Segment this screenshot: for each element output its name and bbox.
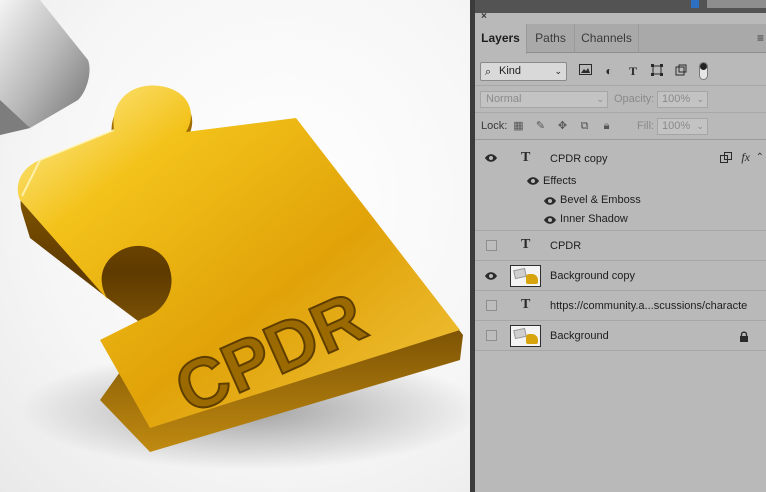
collapse-effects-icon[interactable]: ⌃ [756, 152, 764, 163]
lock-image-pixels-icon[interactable]: ✎ [534, 120, 547, 133]
layer-link-icon [720, 152, 732, 163]
lock-fill-row: Lock: ▦ ✎ ✥ ⧉ 🔒︎ Fill: 100% ⌄ [475, 114, 766, 140]
filter-kind-label: Kind [499, 65, 522, 77]
layer-thumbnail [510, 265, 541, 287]
lock-all-icon[interactable]: 🔒︎ [600, 120, 613, 133]
opacity-value: 100% [662, 93, 691, 105]
visibility-toggle[interactable] [486, 300, 497, 311]
effect-bevel-emboss[interactable]: Bevel & Emboss [560, 194, 641, 206]
puzzle-artwork: CPDR [0, 0, 470, 470]
image-filter-icon[interactable] [578, 64, 592, 78]
filter-kind-dropdown[interactable]: ⌕ Kind ⌄ [480, 62, 567, 81]
fill-value: 100% [662, 120, 691, 132]
layer-name: Background [550, 330, 609, 342]
chevron-down-icon: ⌄ [554, 66, 562, 76]
tab-layers[interactable]: Layers [475, 24, 527, 54]
layer-name: CPDR [550, 240, 582, 252]
eye-icon[interactable] [485, 153, 497, 163]
type-layer-icon: T [521, 150, 531, 165]
adjustment-filter-icon[interactable]: ◐ [602, 64, 616, 78]
layer-filter-row: ⌕ Kind ⌄ ◐ T [475, 56, 766, 86]
lock-position-icon[interactable]: ✥ [556, 120, 569, 133]
lock-artboard-icon[interactable]: ⧉ [578, 120, 591, 133]
panel-tabs: Layers Paths Channels ≡ [475, 24, 766, 54]
document-canvas[interactable]: CPDR [0, 0, 470, 492]
type-layer-icon: T [521, 237, 531, 252]
layer-row-background-copy[interactable]: Background copy [475, 261, 766, 291]
fill-field[interactable]: 100% ⌄ [657, 118, 708, 135]
inner-shadow-eye-icon[interactable] [544, 215, 556, 225]
layer-name: Background copy [550, 270, 635, 282]
filter-toggle-switch[interactable] [699, 62, 708, 80]
blend-mode-dropdown[interactable]: Normal ⌄ [480, 91, 608, 108]
tab-channels[interactable]: Channels [575, 24, 639, 53]
blend-opacity-row: Normal ⌄ Opacity: 100% ⌄ [475, 87, 766, 113]
blend-mode-value: Normal [486, 93, 522, 105]
layer-row-cpdr[interactable]: T CPDR [475, 231, 766, 261]
fill-label: Fill: [637, 120, 655, 132]
type-layer-icon: T [521, 297, 531, 312]
layers-panel: × Layers Paths Channels ≡ ⌕ Kind ⌄ ◐ T N… [475, 0, 766, 492]
visibility-toggle[interactable] [486, 330, 497, 341]
tab-paths[interactable]: Paths [527, 24, 575, 53]
effects-label: Effects [543, 175, 577, 187]
effects-eye-icon[interactable] [527, 176, 539, 186]
bevel-eye-icon[interactable] [544, 196, 556, 206]
layer-row-cpdr-copy[interactable]: T CPDR copy fx ⌃ Effects Bevel & Emboss … [475, 141, 766, 231]
search-icon: ⌕ [485, 66, 492, 78]
eye-icon[interactable] [485, 271, 497, 281]
smart-object-filter-icon[interactable] [674, 64, 688, 78]
close-icon[interactable]: × [481, 11, 487, 22]
panel-menu-icon[interactable]: ≡ [757, 31, 764, 45]
opacity-field[interactable]: 100% ⌄ [657, 91, 708, 108]
opacity-label: Opacity: [614, 93, 655, 105]
layer-name: https://community.a...scussions/characte [550, 300, 748, 312]
layer-thumbnail [510, 325, 541, 347]
silver-puzzle-piece [0, 0, 90, 135]
chevron-down-icon: ⌄ [696, 94, 704, 104]
type-filter-icon[interactable]: T [626, 64, 640, 78]
chevron-down-icon: ⌄ [696, 121, 704, 131]
effect-inner-shadow[interactable]: Inner Shadow [560, 213, 628, 225]
chevron-down-icon: ⌄ [596, 94, 604, 104]
visibility-toggle[interactable] [486, 240, 497, 251]
panel-top-strip [475, 0, 766, 13]
layer-row-background[interactable]: Background [475, 321, 766, 351]
lock-transparent-pixels-icon[interactable]: ▦ [512, 120, 525, 133]
lock-label: Lock: [481, 120, 508, 132]
lock-icon [740, 331, 748, 342]
layer-row-url-text[interactable]: T https://community.a...scussions/charac… [475, 291, 766, 321]
layer-name: CPDR copy [550, 153, 608, 165]
shape-filter-icon[interactable] [650, 64, 664, 78]
fx-icon[interactable]: fx [741, 150, 750, 165]
